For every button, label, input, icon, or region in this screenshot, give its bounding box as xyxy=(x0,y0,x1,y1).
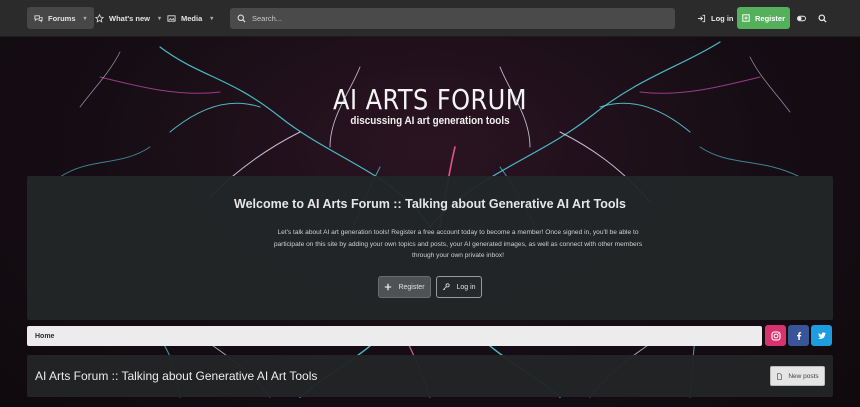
welcome-register-label: Register xyxy=(398,283,425,291)
new-posts-label: New posts xyxy=(788,372,819,380)
instagram-icon xyxy=(770,330,781,341)
page-header: AI Arts Forum :: Talking about Generativ… xyxy=(27,355,833,397)
welcome-login-button[interactable]: Log in xyxy=(436,276,482,298)
register-button[interactable]: Register xyxy=(737,7,790,29)
chat-bubbles-icon xyxy=(34,14,43,22)
tab-forums[interactable]: Forums ▾ xyxy=(27,7,94,29)
tab-whats-new[interactable]: What's new ▾ xyxy=(88,7,168,29)
search-bar[interactable] xyxy=(230,8,675,29)
site-subtitle: discussing AI art generation tools xyxy=(350,115,510,127)
chevron-down-icon[interactable]: ▾ xyxy=(84,15,87,22)
breadcrumb-home-link[interactable]: Home xyxy=(35,333,54,340)
facebook-button[interactable] xyxy=(788,325,809,346)
register-icon xyxy=(742,14,750,22)
login-link[interactable]: Log in xyxy=(697,8,734,29)
key-icon xyxy=(443,283,451,291)
welcome-login-label: Log in xyxy=(456,283,476,291)
search-icon xyxy=(237,14,246,23)
tab-forums-label: Forums xyxy=(48,13,76,23)
welcome-register-button[interactable]: Register xyxy=(378,276,431,298)
facebook-icon xyxy=(796,331,801,340)
plus-icon xyxy=(385,283,392,291)
search-input[interactable] xyxy=(252,14,652,23)
twitter-icon xyxy=(817,331,826,339)
page-title: AI Arts Forum :: Talking about Generativ… xyxy=(35,369,318,383)
welcome-title: Welcome to AI Arts Forum :: Talking abou… xyxy=(234,197,626,211)
login-label: Log in xyxy=(711,14,734,23)
breadcrumb: Home xyxy=(27,326,762,346)
chevron-down-icon[interactable]: ▾ xyxy=(210,15,213,22)
tab-whats-new-label: What's new xyxy=(109,13,150,23)
site-title: AI ARTS FORUM xyxy=(333,83,527,116)
search-toggle-button[interactable] xyxy=(813,9,831,27)
image-icon xyxy=(167,14,176,22)
welcome-text: Let's talk about AI art generation tools… xyxy=(273,229,643,259)
top-navbar: Forums ▾ What's new ▾ Media ▾ Log in Reg… xyxy=(0,0,860,37)
new-posts-button[interactable]: New posts xyxy=(770,366,825,386)
register-label: Register xyxy=(754,13,785,23)
twitter-button[interactable] xyxy=(811,325,832,346)
theme-toggle-button[interactable] xyxy=(792,9,810,27)
tab-media[interactable]: Media ▾ xyxy=(160,7,220,29)
tab-media-label: Media xyxy=(181,13,203,23)
search-icon xyxy=(817,13,827,23)
star-icon xyxy=(95,13,104,23)
welcome-notice: Welcome to AI Arts Forum :: Talking abou… xyxy=(27,176,833,320)
toggle-icon xyxy=(796,15,806,21)
sign-in-icon xyxy=(697,14,706,23)
instagram-button[interactable] xyxy=(765,325,786,346)
document-icon xyxy=(777,372,783,380)
